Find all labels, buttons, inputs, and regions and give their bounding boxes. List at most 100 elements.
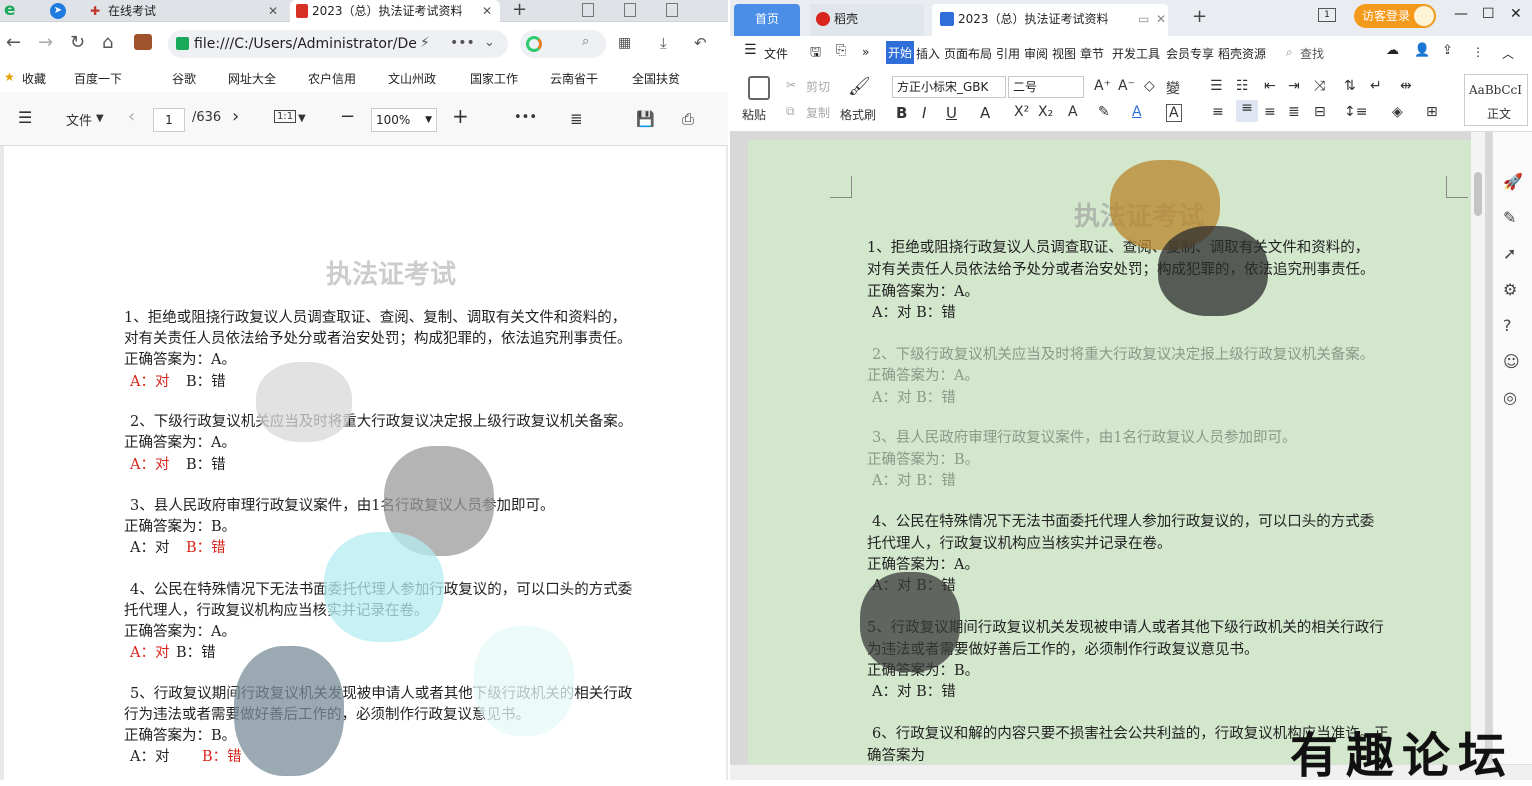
- bookmark-item[interactable]: 全国扶贫: [632, 70, 680, 87]
- bookmark-item[interactable]: 谷歌: [172, 70, 196, 87]
- close-window-icon[interactable]: ✕: [1510, 6, 1522, 22]
- page-number-input[interactable]: 1: [153, 108, 185, 132]
- sidebar-toggle-icon[interactable]: ☰: [18, 108, 32, 127]
- guest-login-button[interactable]: 访客登录: [1354, 4, 1436, 28]
- menu-developer[interactable]: 开发工具: [1112, 45, 1160, 62]
- search-icon[interactable]: ⌕: [1286, 45, 1293, 60]
- hamburger-icon[interactable]: ☰: [744, 42, 757, 58]
- font-family-select[interactable]: 方正小标宋_GBK: [892, 76, 1006, 98]
- outdent-icon[interactable]: ⇤: [1264, 78, 1276, 94]
- save-icon[interactable]: 💾: [636, 110, 655, 128]
- menu-chapter[interactable]: 章节: [1080, 45, 1104, 62]
- menu-docer-resources[interactable]: 稻壳资源: [1218, 45, 1266, 62]
- collaborate-icon[interactable]: 👤: [1414, 43, 1430, 58]
- scroll-thumb[interactable]: [1474, 172, 1482, 216]
- briefcase-icon[interactable]: [134, 34, 152, 50]
- menu-start[interactable]: 开始: [886, 41, 915, 64]
- bullet-list-icon[interactable]: ☰: [1210, 78, 1223, 94]
- more-dots-icon[interactable]: ⋮: [1472, 45, 1484, 59]
- new-tab-button[interactable]: +: [1192, 6, 1207, 27]
- compass-icon[interactable]: ◎: [1503, 388, 1517, 407]
- tab-pdf-doc[interactable]: 2023（总）执法证考试资料 ✕: [290, 0, 500, 22]
- window-icon[interactable]: [624, 3, 636, 17]
- menu-file[interactable]: 文件: [764, 45, 788, 62]
- close-icon[interactable]: ✕: [1156, 4, 1166, 34]
- font-size-select[interactable]: 二号: [1008, 76, 1084, 98]
- bookmark-item[interactable]: 网址大全: [228, 70, 276, 87]
- pdf-viewport[interactable]: 执法证考试 1、拒绝或阻挠行政复议人员调查取证、查阅、复制、调取有关文件和资料的…: [0, 146, 728, 780]
- char-border-icon[interactable]: A: [1166, 104, 1182, 122]
- menu-references[interactable]: 引用: [996, 45, 1020, 62]
- collapse-ribbon-icon[interactable]: ︿: [1502, 45, 1514, 62]
- search-box[interactable]: ⌕: [520, 30, 606, 58]
- document-viewport[interactable]: 执法证考试 1、拒绝或阻挠行政复议人员调查取证、查阅、复制、调取有关文件和资料的…: [730, 132, 1532, 764]
- tab-home[interactable]: 首页: [734, 4, 800, 36]
- rocket-icon[interactable]: 🚀: [1503, 172, 1523, 191]
- forward-icon[interactable]: →: [38, 32, 53, 54]
- format-painter-button[interactable]: 格式刷: [840, 106, 876, 123]
- subscript-icon[interactable]: X₂: [1038, 104, 1053, 120]
- menu-view[interactable]: 视图: [1052, 45, 1076, 62]
- vertical-scrollbar[interactable]: [1471, 132, 1485, 764]
- menu-vip[interactable]: 会员专享: [1166, 45, 1214, 62]
- shading-icon[interactable]: ◈: [1392, 104, 1403, 120]
- pen-icon[interactable]: ✎: [1503, 208, 1516, 227]
- numbered-list-icon[interactable]: ☷: [1236, 78, 1249, 94]
- fit-page-button[interactable]: 1:1: [274, 110, 297, 123]
- tab-document[interactable]: 2023（总）执法证考试资料 ▭ ✕: [932, 4, 1168, 36]
- superscript-icon[interactable]: X²: [1014, 104, 1029, 120]
- minimize-icon[interactable]: —: [1454, 6, 1468, 22]
- back-icon[interactable]: ←: [6, 32, 21, 54]
- window-icon[interactable]: [666, 3, 678, 17]
- export-icon[interactable]: ⎘: [836, 43, 846, 58]
- zoom-in-icon[interactable]: +: [452, 104, 469, 128]
- maximize-icon[interactable]: ☐: [1482, 6, 1495, 22]
- apps-grid-icon[interactable]: ▦: [618, 32, 631, 54]
- close-icon[interactable]: ✕: [482, 0, 492, 22]
- indent-icon[interactable]: ⇥: [1288, 78, 1300, 94]
- menu-insert[interactable]: 插入: [916, 45, 940, 62]
- char-spacing-icon[interactable]: ⇹: [1400, 78, 1412, 94]
- share-icon[interactable]: ⇪: [1442, 43, 1453, 58]
- tab-docer[interactable]: 稻壳: [810, 4, 924, 36]
- find-icon[interactable]: ≣: [570, 110, 583, 128]
- font-color-icon[interactable]: A: [1132, 104, 1142, 120]
- window-count-icon[interactable]: 1: [1318, 8, 1336, 22]
- print-icon[interactable]: ⎙: [682, 110, 694, 128]
- show-marks-icon[interactable]: ↵: [1370, 78, 1382, 94]
- align-center-icon[interactable]: ≡: [1236, 100, 1258, 122]
- chinese-layout-icon[interactable]: ⤨: [1314, 78, 1325, 94]
- align-left-icon[interactable]: ≡: [1212, 104, 1224, 120]
- download-icon[interactable]: ⤓: [660, 32, 667, 54]
- more-dots-icon[interactable]: •••: [514, 110, 537, 125]
- tab-online-exam[interactable]: ✚ 在线考试 ✕: [86, 0, 286, 22]
- paste-icon[interactable]: [748, 76, 770, 100]
- grow-font-icon[interactable]: A⁺: [1094, 78, 1111, 94]
- document-page[interactable]: 执法证考试 1、拒绝或阻挠行政复议人员调查取证、查阅、复制、调取有关文件和资料的…: [748, 140, 1471, 764]
- bookmark-item[interactable]: 文山州政: [388, 70, 436, 87]
- menu-layout[interactable]: 页面布局: [944, 45, 992, 62]
- cloud-sync-icon[interactable]: ☁: [1386, 43, 1399, 58]
- distribute-icon[interactable]: ⊟: [1314, 104, 1326, 120]
- cut-icon[interactable]: ✂: [786, 78, 796, 92]
- search-icon[interactable]: ⌕: [582, 34, 589, 49]
- underline-icon[interactable]: U: [946, 104, 957, 122]
- reload-icon[interactable]: ↻: [70, 32, 85, 54]
- style-gallery[interactable]: AaBbCcI 正文: [1464, 74, 1528, 126]
- prev-page-icon[interactable]: ‹: [128, 106, 135, 127]
- italic-icon[interactable]: I: [922, 104, 926, 122]
- next-page-icon[interactable]: ›: [232, 106, 239, 127]
- zoom-out-icon[interactable]: −: [340, 106, 355, 127]
- highlight-icon[interactable]: ✎: [1098, 104, 1110, 120]
- settings-sliders-icon[interactable]: ⚙: [1503, 280, 1517, 299]
- bold-icon[interactable]: B: [896, 104, 907, 122]
- file-menu-button[interactable]: 文件: [66, 110, 92, 129]
- text-effect-icon[interactable]: A: [1068, 104, 1078, 120]
- chevron-down-icon[interactable]: ▼: [298, 113, 306, 124]
- format-painter-icon[interactable]: 🖌: [848, 76, 871, 97]
- paste-button[interactable]: 粘贴: [742, 106, 766, 123]
- bookmark-item[interactable]: 百度一下: [74, 70, 122, 87]
- bookmark-item[interactable]: 农户信用: [308, 70, 356, 87]
- more-chevron-icon[interactable]: »: [862, 45, 869, 59]
- cursor-icon[interactable]: ➚: [1503, 244, 1516, 263]
